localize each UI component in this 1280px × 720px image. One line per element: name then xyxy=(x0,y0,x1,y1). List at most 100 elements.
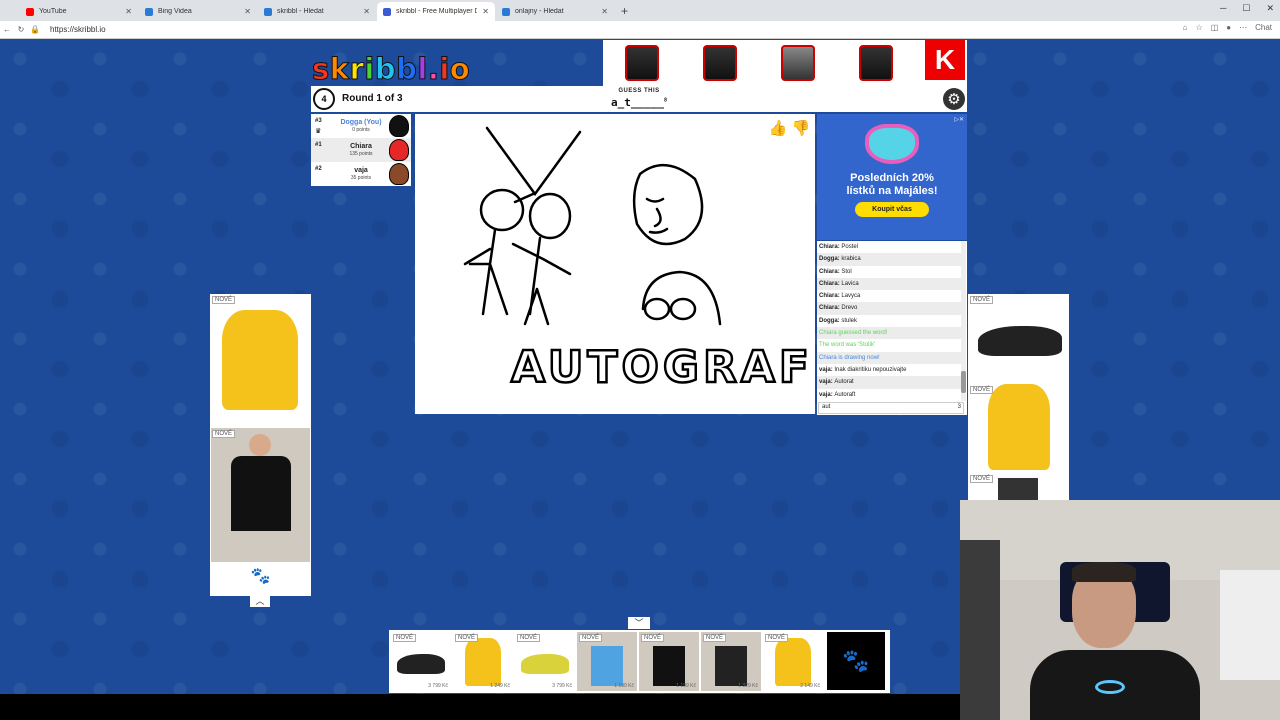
hoodie-image[interactable] xyxy=(222,310,298,410)
product-price: 1 199 Kč xyxy=(676,683,696,689)
right-product-ad[interactable]: NOVÉ NOVÉ NOVÉ xyxy=(968,294,1069,500)
chat-message: vaja: Inak diakritiku nepouzivajte xyxy=(817,364,961,376)
chat-user: Chiara xyxy=(819,293,838,300)
drawing-face-detail xyxy=(645,197,669,234)
extensions-icon[interactable]: ◫ xyxy=(1211,23,1219,32)
game-header: 4 Round 1 of 3 GUESS THIS a_t_____8 ⚙ xyxy=(311,86,967,112)
nove-badge: NOVÉ xyxy=(212,430,236,438)
browser-tab[interactable]: Bing Videa ✕ xyxy=(139,2,257,21)
ad-product[interactable] xyxy=(759,40,837,86)
logo-letter: i xyxy=(364,52,375,87)
browser-tab[interactable]: onlajny - Hledat ✕ xyxy=(496,2,614,21)
drawing-stroke xyxy=(485,126,582,197)
browser-tab[interactable]: YouTube ✕ xyxy=(20,2,138,21)
tab-close-icon[interactable]: ✕ xyxy=(482,7,489,16)
chat-text: krabica xyxy=(841,256,861,263)
ad-product-item[interactable]: NOVÉ 3 799 Kč xyxy=(391,632,451,691)
reload-icon[interactable]: ↻ xyxy=(14,25,28,34)
nove-badge: NOVÉ xyxy=(641,634,665,642)
top-ad-banner[interactable]: K xyxy=(603,40,967,86)
player-row[interactable]: #1 Chiara 135 points xyxy=(311,138,411,162)
player-points: 0 points xyxy=(352,127,370,133)
ad-product-item[interactable]: NOVÉ 1 199 Kč xyxy=(639,632,699,691)
ad-product-item[interactable]: NOVÉ 2 149 Kč xyxy=(763,632,823,691)
nove-badge: NOVÉ xyxy=(970,296,994,304)
chat-message: Dogga: stulek xyxy=(817,315,961,327)
browser-tab[interactable]: skribbl - Free Multiplayer Dra ✕ xyxy=(377,2,495,21)
sneaker-image[interactable] xyxy=(978,326,1062,356)
ad-product-item[interactable]: NOVÉ 1 329 Kč xyxy=(701,632,761,691)
chat-scrollbar[interactable] xyxy=(961,241,966,401)
product-price: 3 799 Kč xyxy=(552,683,572,689)
system-message: The word was 'Stolik' xyxy=(819,342,875,349)
player-row[interactable]: #3 ♛ Dogga (You) 0 points xyxy=(311,114,411,138)
copilot-chat-button[interactable]: Chat xyxy=(1255,23,1272,32)
new-tab-button[interactable]: + xyxy=(615,2,634,21)
logo-letter: o xyxy=(449,52,471,87)
thumbs-up-icon[interactable]: 👍 xyxy=(768,118,788,138)
chat-text: stulek xyxy=(841,317,858,324)
tab-close-icon[interactable]: ✕ xyxy=(125,7,132,16)
bottom-product-ad[interactable]: NOVÉ 2 149 Kč NOVÉ 1 329 Kč NOVÉ 1 199 Kč NOVÉ… xyxy=(389,630,890,693)
settings-gear-icon[interactable]: ⚙ xyxy=(943,88,965,110)
chat-input[interactable]: aut xyxy=(818,402,964,414)
hoodie-image[interactable] xyxy=(988,384,1050,470)
logo-letter: s xyxy=(312,52,330,87)
tab-close-icon[interactable]: ✕ xyxy=(244,7,251,16)
tab-title: Bing Videa xyxy=(158,8,192,15)
browser-tools: ⌂ ☆ ◫ ● ⋯ Chat xyxy=(1183,23,1272,32)
player-name: Chiara xyxy=(350,143,372,150)
chat-message: Dogga: krabica xyxy=(817,253,961,266)
word-hint: a_t_____8 xyxy=(311,96,967,109)
star-icon[interactable]: ☆ xyxy=(1196,23,1203,32)
thumbs-down-icon[interactable]: 👎 xyxy=(791,118,811,138)
kaufland-logo: K xyxy=(925,40,965,80)
left-product-ad[interactable]: NOVÉ NOVÉ 🐾 xyxy=(210,294,311,596)
ad-product-item[interactable]: NOVÉ 1 199 Kč xyxy=(577,632,637,691)
ad-info-icon[interactable]: ▷✕ xyxy=(954,116,964,123)
profile-icon[interactable]: ● xyxy=(1226,23,1231,32)
vote-buttons: 👍 👎 xyxy=(768,118,811,138)
ad-product[interactable] xyxy=(837,40,915,86)
minimize-icon[interactable]: ─ xyxy=(1220,3,1226,14)
chair xyxy=(960,540,1000,720)
system-message: Chiara is drawing now! xyxy=(819,354,880,361)
chat-char-count: 3 xyxy=(957,404,961,410)
menu-icon[interactable]: ⋯ xyxy=(1239,23,1247,32)
back-icon[interactable]: ← xyxy=(0,25,14,34)
logo-letter: k xyxy=(329,52,350,87)
player-rank: #3 xyxy=(315,118,322,124)
majales-ad[interactable]: ▷✕ Posledních 20% lístků na Majáles! Kou… xyxy=(817,114,967,240)
drawing-canvas[interactable]: AUTOGRAF 👍 👎 xyxy=(415,114,815,414)
heart-graphic xyxy=(865,124,919,164)
maximize-icon[interactable]: ☐ xyxy=(1242,3,1250,14)
ad-product[interactable] xyxy=(681,40,759,86)
drawing-head xyxy=(528,192,572,240)
ad-product-item[interactable]: NOVÉ 3 799 Kč xyxy=(515,632,575,691)
tab-close-icon[interactable]: ✕ xyxy=(363,7,370,16)
player-row[interactable]: #2 vaja 35 points xyxy=(311,162,411,186)
ad-headline-2: lístků na Majáles! xyxy=(846,185,938,197)
tab-close-icon[interactable]: ✕ xyxy=(601,7,608,16)
tshirt-model-image[interactable] xyxy=(211,428,310,562)
collapse-ad-chevron-up-icon[interactable]: ︿ xyxy=(250,595,270,607)
browser-tab-bar: YouTube ✕ Bing Videa ✕ skribbl - Hledat ✕ skri… xyxy=(0,0,1280,21)
ad-product[interactable] xyxy=(603,40,681,86)
dresser xyxy=(1220,570,1280,680)
webcam-overlay xyxy=(960,500,1280,720)
tab-title: skribbl - Free Multiplayer Dra xyxy=(396,8,478,15)
ad-product-item[interactable]: NOVÉ 1 249 Kč xyxy=(453,632,513,691)
translate-icon[interactable]: ⌂ xyxy=(1183,23,1188,32)
url-field[interactable]: https://skribbl.io xyxy=(50,25,106,34)
close-window-icon[interactable]: ✕ xyxy=(1266,3,1274,14)
chat-text: Lavica xyxy=(841,280,859,287)
nove-badge: NOVÉ xyxy=(765,634,789,642)
nove-badge: NOVÉ xyxy=(970,386,994,394)
model-image[interactable] xyxy=(998,478,1038,500)
chat-text: Drevo xyxy=(841,305,858,312)
ad-cta-button[interactable]: Koupit včas xyxy=(855,202,929,217)
puma-logo-icon: 🐾 xyxy=(250,568,271,585)
collapse-ad-chevron-down-icon[interactable]: ﹀ xyxy=(628,617,650,629)
browser-tab[interactable]: skribbl - Hledat ✕ xyxy=(258,2,376,21)
tab-favicon-icon xyxy=(264,7,272,16)
